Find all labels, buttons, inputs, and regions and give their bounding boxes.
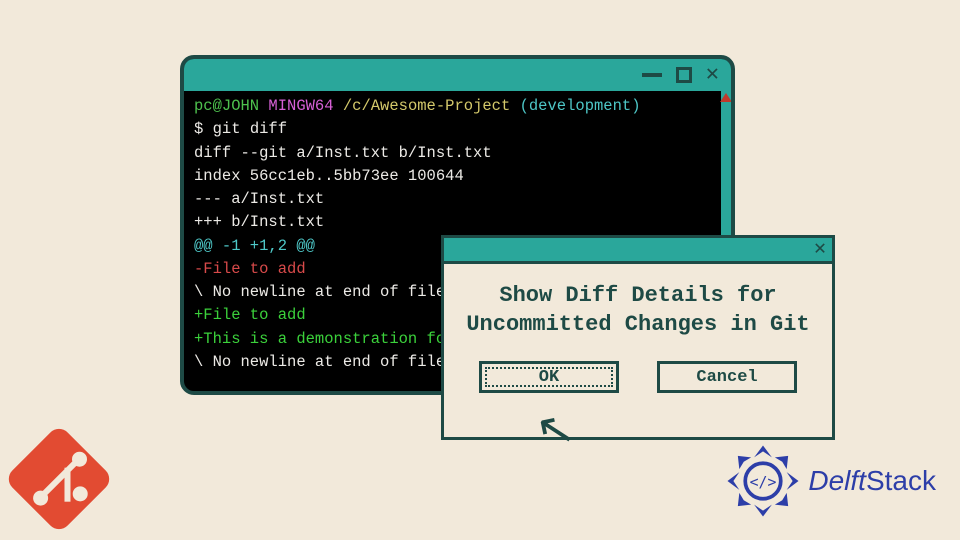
output-line: index 56cc1eb..5bb73ee 100644 xyxy=(194,165,721,188)
dialog-window: ✕ Show Diff Details for Uncommitted Chan… xyxy=(441,235,835,440)
output-line: diff --git a/Inst.txt b/Inst.txt xyxy=(194,142,721,165)
prompt-symbol: $ xyxy=(194,120,213,138)
ok-button[interactable]: OK xyxy=(479,361,619,393)
command-text: git diff xyxy=(213,120,287,138)
git-node-icon xyxy=(70,483,91,504)
close-icon[interactable]: ✕ xyxy=(706,64,719,86)
dialog-message: Show Diff Details for Uncommitted Change… xyxy=(464,282,812,339)
brand-name-part2: Stack xyxy=(866,465,936,496)
output-line: +++ b/Inst.txt xyxy=(194,211,721,234)
brand-name-part1: Delft xyxy=(808,465,866,496)
svg-text:</>: </> xyxy=(750,474,777,491)
prompt-env: MINGW64 xyxy=(259,97,333,115)
maximize-icon[interactable] xyxy=(676,67,692,83)
dialog-button-row: OK Cancel xyxy=(464,361,812,393)
dialog-titlebar: ✕ xyxy=(444,238,832,264)
dialog-body: Show Diff Details for Uncommitted Change… xyxy=(444,264,832,393)
scroll-up-icon[interactable] xyxy=(720,93,732,102)
cancel-button[interactable]: Cancel xyxy=(657,361,797,393)
output-line: --- a/Inst.txt xyxy=(194,188,721,211)
command-line: $ git diff xyxy=(194,118,721,141)
prompt-branch: (development) xyxy=(510,97,640,115)
brand-emblem-icon: </> xyxy=(726,444,800,518)
terminal-titlebar: ✕ xyxy=(184,59,731,91)
git-logo-icon xyxy=(4,424,114,534)
prompt-user: pc@JOHN xyxy=(194,97,259,115)
prompt-line: pc@JOHN MINGW64 /c/Awesome-Project (deve… xyxy=(194,95,721,118)
git-node-icon xyxy=(30,487,51,508)
prompt-path: /c/Awesome-Project xyxy=(334,97,511,115)
brand-name: DelftStack xyxy=(808,465,936,497)
minimize-icon[interactable] xyxy=(642,73,662,77)
close-icon[interactable]: ✕ xyxy=(814,240,826,260)
git-node-icon xyxy=(69,449,90,470)
brand-logo: </> DelftStack xyxy=(726,444,936,518)
